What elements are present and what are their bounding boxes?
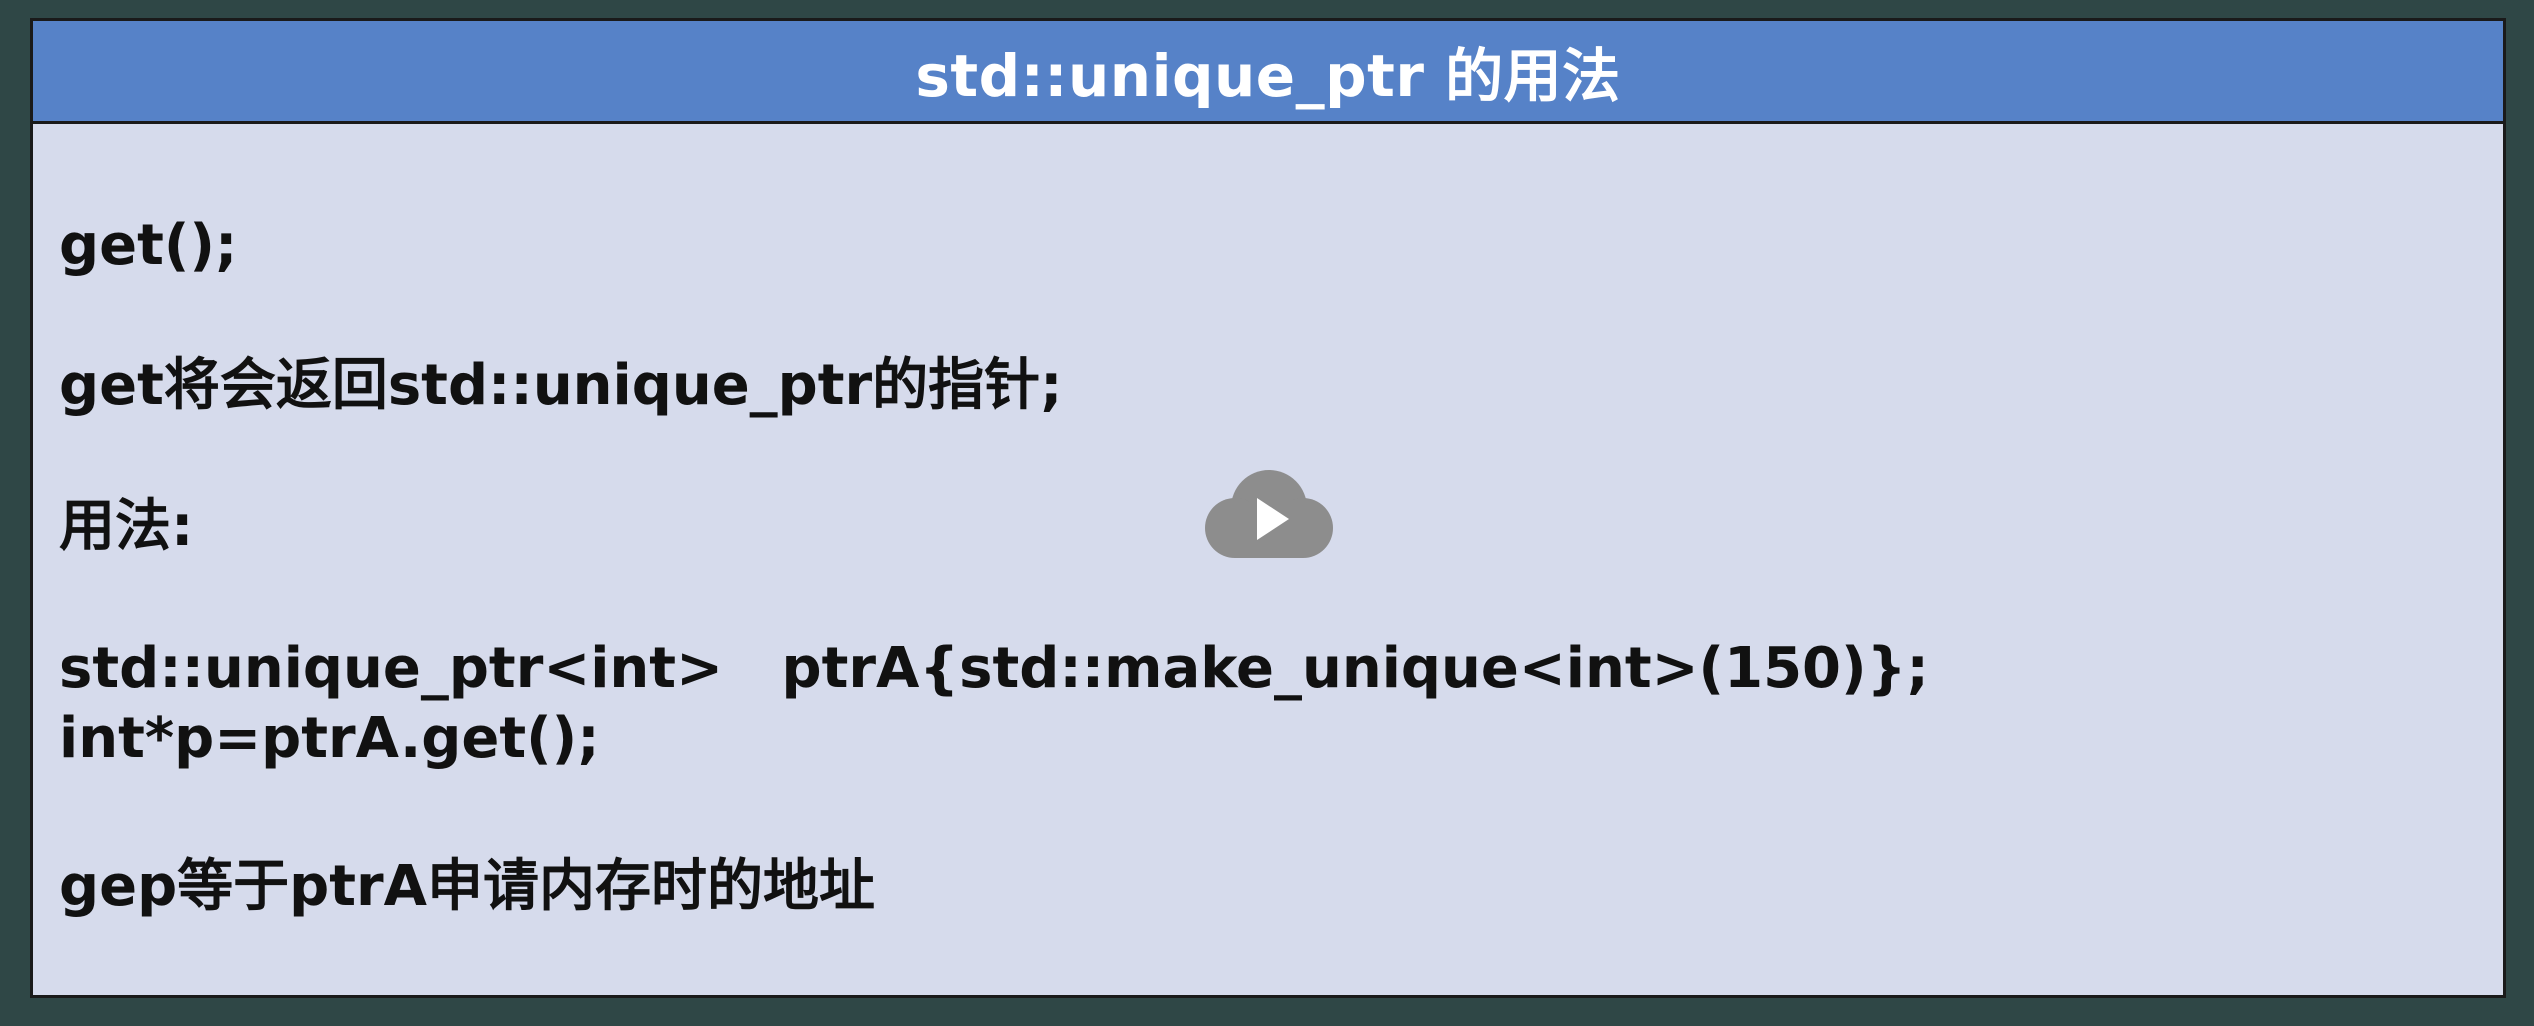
text-line-get-description: get将会返回std::unique_ptr的指针; — [59, 353, 1063, 418]
slide-title: std::unique_ptr 的用法 — [915, 42, 1621, 110]
slide-header: std::unique_ptr 的用法 — [33, 21, 2503, 124]
cloud-play-icon[interactable] — [1203, 468, 1335, 560]
code-line-declaration: std::unique_ptr<int> ptrA{std::make_uniq… — [59, 636, 1929, 701]
text-line-usage-heading: 用法: — [59, 494, 194, 559]
text-line-address-note: gep等于ptrA申请内存时的地址 — [59, 854, 875, 919]
text-line-get-call: get(); — [59, 213, 238, 278]
code-line-get-pointer: int*p=ptrA.get(); — [59, 706, 600, 771]
